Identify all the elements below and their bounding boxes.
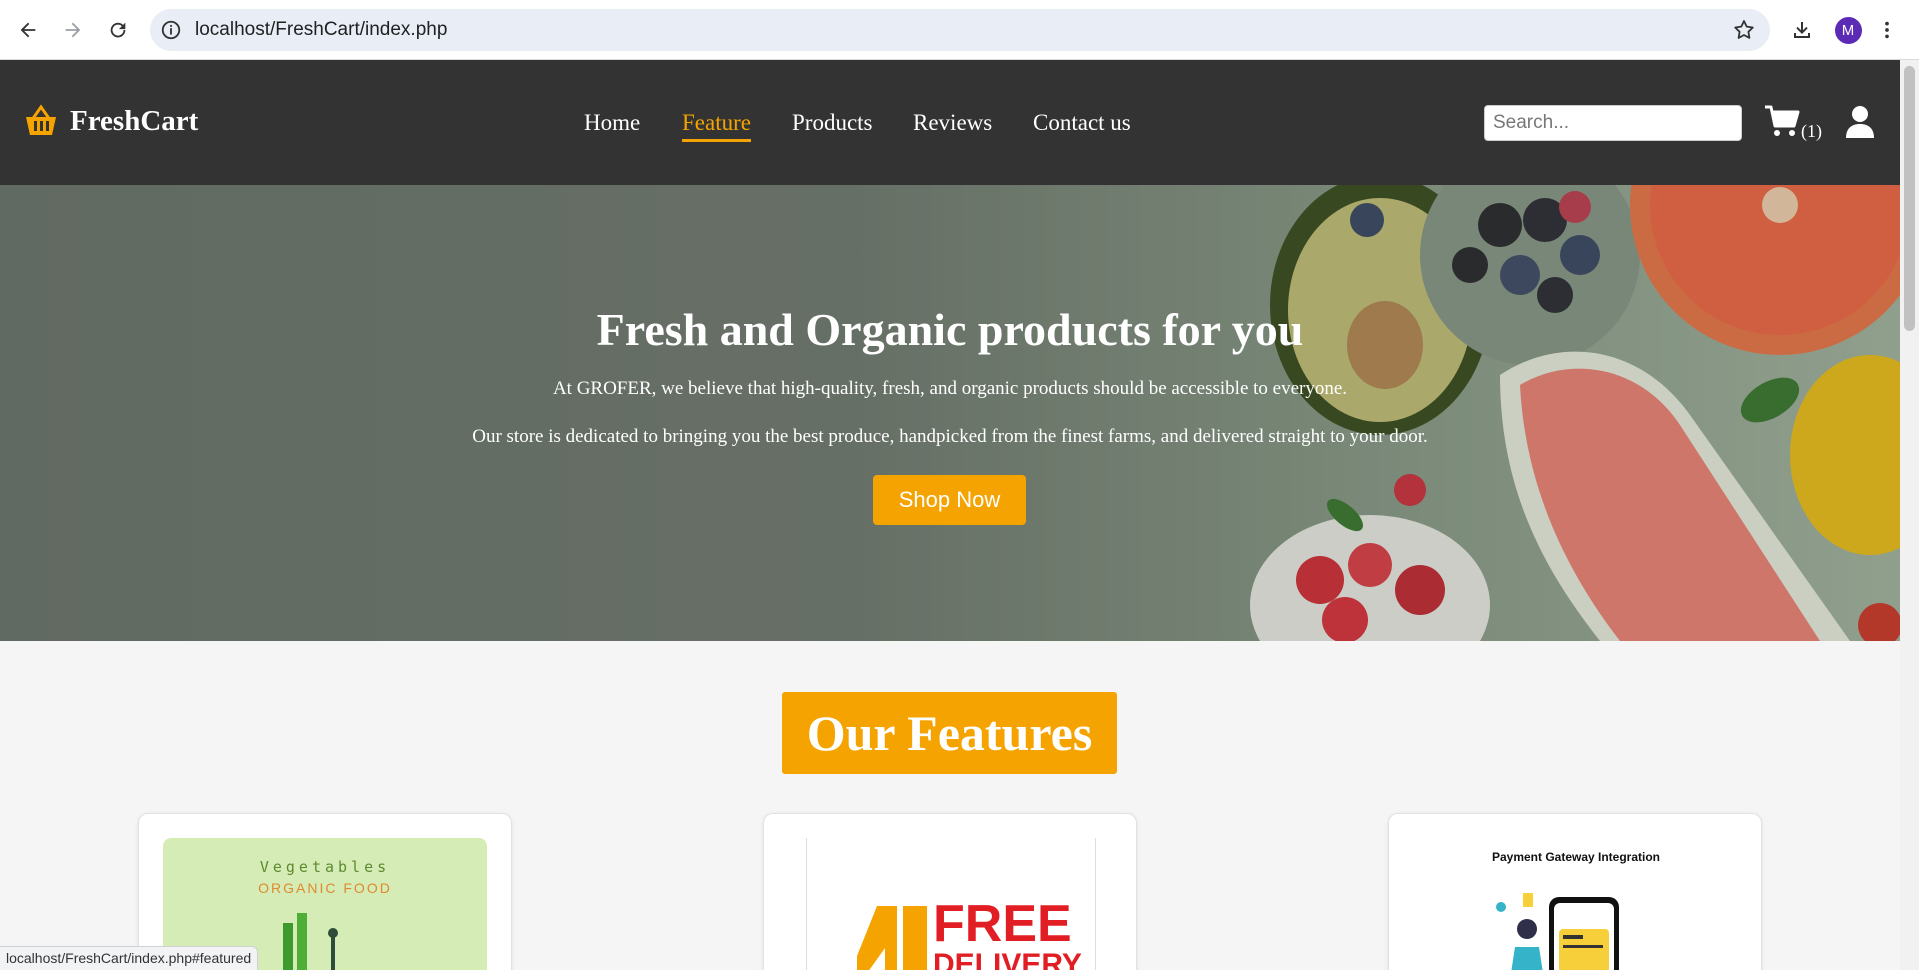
reload-button[interactable] [100, 12, 136, 48]
link-status-bar: localhost/FreshCart/index.php#featured [0, 946, 259, 970]
back-button[interactable] [10, 12, 46, 48]
free-text: FREE [933, 895, 1072, 953]
avatar: M [1834, 16, 1862, 44]
shop-now-button[interactable]: Shop Now [873, 475, 1026, 525]
scrollbar-thumb[interactable] [1904, 66, 1915, 331]
feature-card-free-delivery: FREE DELIVERY [763, 813, 1137, 970]
delivery-truck-icon [857, 906, 927, 970]
downloads-button[interactable] [1784, 12, 1820, 48]
hero-fruit-image [0, 185, 1900, 641]
veg-image-subtitle: ORGANIC FOOD [258, 880, 392, 896]
nav-contact-us[interactable]: Contact us [1033, 110, 1131, 136]
user-icon[interactable] [1844, 104, 1876, 138]
nav-reviews[interactable]: Reviews [913, 110, 992, 136]
url-text[interactable]: localhost/FreshCart/index.php [195, 19, 447, 41]
nav-products[interactable]: Products [792, 110, 873, 136]
feature-card-payment: Payment Gateway Integration [1388, 813, 1762, 970]
veg-image-title: Vegetables [259, 858, 391, 876]
forward-button[interactable] [55, 12, 91, 48]
hero-title: Fresh and Organic products for you [596, 304, 1304, 355]
hero-text-line-1: At GROFER, we believe that high-quality,… [552, 378, 1348, 399]
hero-banner: Fresh and Organic products for you At GR… [0, 185, 1900, 641]
browser-menu-button[interactable] [1876, 12, 1898, 48]
cart-count-badge: (1) [1801, 121, 1822, 141]
payment-phone-illustration [1496, 893, 1619, 970]
free-delivery-image: FREE DELIVERY [806, 838, 1096, 970]
brand-logo[interactable]: FreshCart [24, 104, 198, 138]
site-header: FreshCart Home Feature Products Reviews … [0, 60, 1900, 185]
nav-feature[interactable]: Feature [682, 110, 751, 142]
address-bar[interactable]: localhost/FreshCart/index.php [150, 9, 1770, 51]
page-scrollbar[interactable] [1900, 60, 1919, 970]
back-arrow-icon [20, 22, 36, 38]
nav-home[interactable]: Home [584, 110, 640, 136]
leek-icon [283, 913, 338, 970]
payment-image-title: Payment Gateway Integration [1491, 850, 1661, 864]
reload-icon [110, 22, 126, 38]
download-icon [1794, 22, 1810, 38]
bookmark-star-icon[interactable] [1732, 18, 1756, 42]
basket-icon [26, 104, 56, 135]
cart-button[interactable]: (1) [1764, 104, 1822, 141]
site-info-icon[interactable] [160, 19, 182, 41]
delivery-text: DELIVERY [933, 948, 1082, 970]
features-heading: Our Features [782, 692, 1117, 774]
forward-arrow-icon [65, 22, 81, 38]
profile-button[interactable]: M [1830, 12, 1866, 48]
search-input[interactable] [1484, 105, 1742, 141]
brand-name: FreshCart [70, 104, 199, 137]
shopping-cart-icon [1765, 105, 1800, 136]
kebab-menu-icon [1885, 21, 1889, 39]
hero-text-line-2: Our store is dedicated to bringing you t… [472, 426, 1428, 447]
browser-toolbar: localhost/FreshCart/index.php M [0, 0, 1919, 60]
